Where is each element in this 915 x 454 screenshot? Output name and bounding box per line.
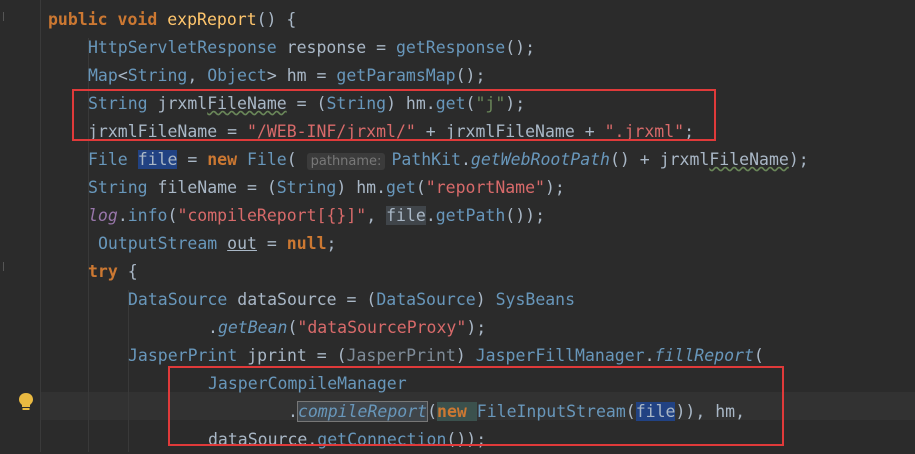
code-line-9[interactable]: OutputStream out = null; <box>98 230 336 258</box>
indent-guide <box>128 290 129 452</box>
code-line-3[interactable]: Map<String, Object> hm = getParamsMap(); <box>88 62 485 90</box>
parameter-hint: pathname: <box>306 153 386 170</box>
editor-gutter <box>0 0 40 452</box>
code-line-7[interactable]: String fileName = (String) hm.get("repor… <box>88 174 565 202</box>
code-line-2[interactable]: HttpServletResponse response = getRespon… <box>88 34 535 62</box>
gutter-divider <box>40 0 41 452</box>
code-line-8[interactable]: log.info("compileReport[{}]", file.getPa… <box>88 202 545 230</box>
lightbulb-icon[interactable] <box>17 392 35 412</box>
code-line-10[interactable]: try { <box>88 258 138 286</box>
code-line-11[interactable]: DataSource dataSource = (DataSource) Sys… <box>128 286 575 314</box>
code-line-12[interactable]: .getBean("dataSourceProxy"); <box>208 314 486 342</box>
fold-marker-icon[interactable] <box>3 262 7 271</box>
code-line-1[interactable]: public void expReport() { <box>48 6 296 34</box>
fold-marker-icon[interactable] <box>3 12 7 21</box>
code-line-6[interactable]: File file = new File( pathname: PathKit.g… <box>88 146 809 174</box>
highlight-box-compile <box>168 366 784 446</box>
highlight-box-jrxml <box>72 89 716 141</box>
